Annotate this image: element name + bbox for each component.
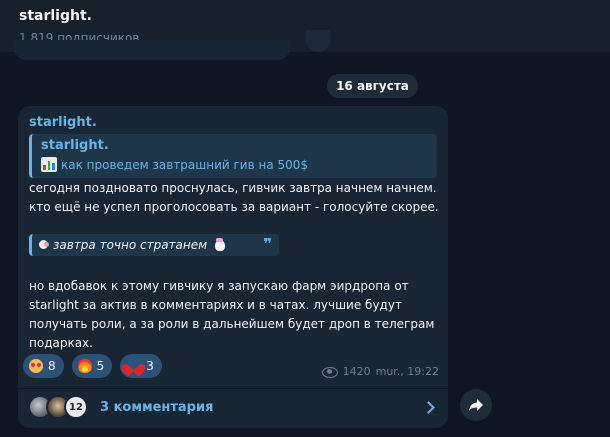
date-separator: 16 августа — [327, 74, 418, 98]
share-button[interactable] — [460, 389, 492, 421]
bunny-emoji-icon — [38, 239, 49, 252]
post-author[interactable]: starlight. — [29, 115, 97, 130]
reactions-bar: 8 5 3 — [23, 354, 162, 378]
quote-mark-icon: ❞ — [263, 235, 272, 253]
text-line: сегодня поздновато проснулась, гивчик за… — [29, 181, 437, 195]
reply-text: как проведем завтрашний гив на 500$ — [61, 157, 309, 172]
share-arrow-icon — [469, 399, 483, 411]
reply-preview: как проведем завтрашний гив на 500$ — [41, 157, 308, 172]
post-text-part-1: сегодня поздновато проснулась, гивчик за… — [29, 179, 439, 217]
channel-post: starlight. starlight. как проведем завтр… — [18, 106, 448, 428]
text-line: но вдобавок к этому гивчику я запускаю ф… — [29, 279, 409, 293]
post-text-part-2: но вдобавок к этому гивчику я запускаю ф… — [29, 277, 439, 353]
red-heart-emoji-icon — [126, 359, 141, 373]
reaction-count: 5 — [96, 359, 105, 373]
reaction-count: 8 — [48, 359, 56, 373]
signature-time: mur., 19:22 — [375, 365, 439, 378]
text-line: кто ещё не успел проголосовать за вариан… — [29, 200, 439, 214]
comments-button[interactable]: 12 3 комментария — [18, 389, 448, 428]
avatar: 12 — [64, 395, 88, 419]
text-line: подарках. — [29, 336, 93, 350]
blockquote-text: завтра точно стратанем — [53, 238, 208, 252]
chevron-right-icon — [424, 402, 434, 412]
bar-chart-icon — [41, 157, 57, 172]
comments-label: 3 комментария — [100, 400, 214, 415]
text-line: получать роли, а за роли в дальнейшем бу… — [29, 317, 435, 331]
reaction-heart[interactable]: 3 — [120, 354, 162, 378]
reaction-count: 3 — [146, 359, 154, 373]
heart-eyes-emoji-icon — [29, 359, 43, 373]
reply-quote[interactable]: starlight. как проведем завтрашний гив н… — [29, 134, 437, 178]
reaction-heart-eyes[interactable]: 8 — [23, 354, 64, 378]
channel-title: starlight. — [19, 8, 92, 24]
reaction-fire[interactable]: 5 — [71, 354, 113, 378]
eye-icon — [321, 366, 338, 378]
fire-emoji-icon — [77, 359, 92, 373]
view-count: 1420 — [342, 365, 371, 378]
post-meta: 1420 mur., 19:22 — [321, 365, 439, 378]
blockquote: завтра точно стратанем ❞ — [29, 234, 279, 256]
text-line: starlight за актив в комментариях и в ча… — [29, 298, 402, 312]
pink-bunny-emoji-icon — [213, 238, 227, 252]
reply-author: starlight. — [41, 138, 109, 153]
commenter-avatars: 12 — [28, 395, 90, 421]
previous-message-bubble — [14, 40, 290, 60]
